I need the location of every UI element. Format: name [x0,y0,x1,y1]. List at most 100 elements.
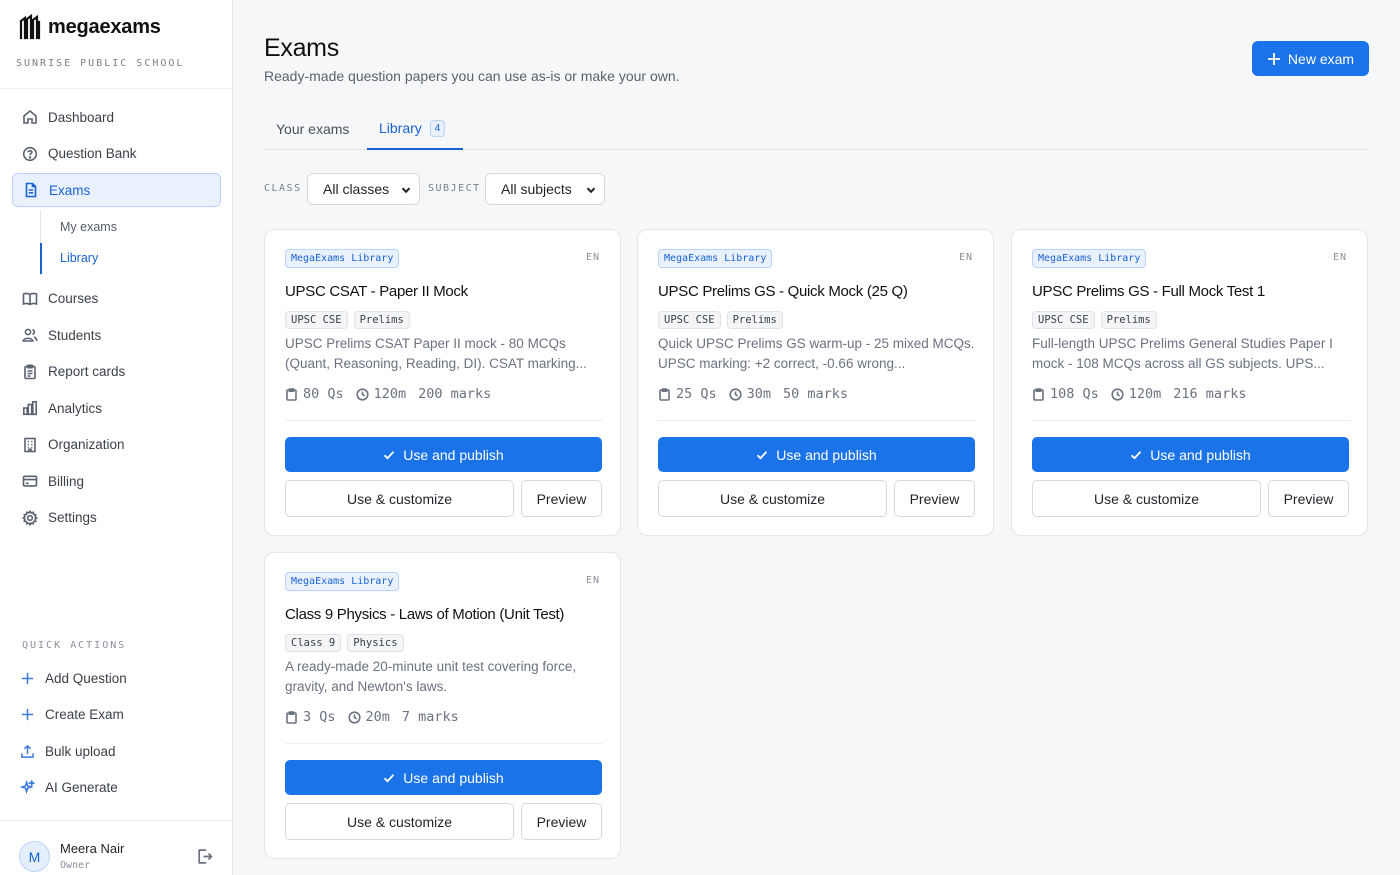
brand[interactable]: megaexams [18,14,161,40]
use-and-publish-button[interactable]: Use and publish [1032,437,1349,472]
language-label: EN [585,252,600,263]
new-exam-button[interactable]: New exam [1252,41,1369,76]
sidebar-item-report-cards[interactable]: Report cards [12,355,221,389]
user-name: Meera Nair [60,841,125,856]
sidebar-item-label: Report cards [48,364,126,379]
use-and-customize-button[interactable]: Use & customize [285,480,514,517]
tag: Prelims [726,311,783,329]
exam-tabs: Your exams Library 4 [264,108,1369,150]
tab-library[interactable]: Library 4 [367,108,463,150]
clipboard-icon [286,710,297,724]
subnav-item-my-exams[interactable]: My exams [41,212,221,243]
bar-chart-icon [22,400,38,416]
school-name: SUNRISE PUBLIC SCHOOL [16,58,185,69]
class-filter-label: CLASS [264,183,302,194]
tag: Prelims [1100,311,1157,329]
class-filter-value: All classes [323,181,390,197]
use-and-customize-button[interactable]: Use & customize [1032,480,1261,517]
quick-action-label: AI Generate [45,780,118,796]
sidebar-item-exams[interactable]: Exams [12,173,221,207]
tab-label: Your exams [276,121,350,137]
quick-action-label: Add Question [45,670,127,686]
quick-action-bulk-upload[interactable]: Bulk upload [20,733,220,770]
subnav-item-library[interactable]: Library [40,242,221,274]
question-circle-icon [22,146,38,161]
language-label: EN [585,575,600,586]
sidebar-item-settings[interactable]: Settings [12,501,221,535]
brand-name: megaexams [48,15,161,38]
quick-action-ai-generate[interactable]: AI Generate [20,770,220,807]
use-and-publish-button[interactable]: Use and publish [658,437,975,472]
tag-list: Class 9 Physics [285,634,404,652]
quick-action-label: Bulk upload [45,743,116,759]
sidebar-item-courses[interactable]: Courses [12,282,221,316]
clipboard-icon [24,363,36,379]
sidebar-item-label: Organization [48,437,125,452]
tag-list: UPSC CSE Prelims [1032,311,1157,329]
sidebar-item-billing[interactable]: Billing [12,464,221,498]
users-icon [22,328,38,342]
button-label: Use and publish [776,446,877,463]
use-and-customize-button[interactable]: Use & customize [285,803,514,840]
tag: Class 9 [285,634,342,652]
question-count: 80 Qs [303,386,344,402]
sidebar-item-analytics[interactable]: Analytics [12,391,221,425]
exam-card: MegaExams Library EN Class 9 Physics - L… [264,552,621,859]
card-divider [285,743,603,744]
sidebar-item-label: Students [48,327,102,343]
quick-action-create-exam[interactable]: Create Exam [20,697,220,734]
sidebar-item-label: Analytics [48,400,103,416]
button-label: Use and publish [403,769,504,786]
preview-button[interactable]: Preview [521,803,602,840]
quick-action-add-question[interactable]: Add Question [20,660,220,697]
document-icon [25,182,37,198]
page-subtitle: Ready-made question papers you can use a… [264,68,680,84]
tag-list: UPSC CSE Prelims [658,311,783,329]
total-marks: 50 marks [783,386,849,402]
exam-card: MegaExams Library EN UPSC Prelims GS - F… [1011,229,1368,536]
total-marks: 7 marks [401,709,459,725]
tag: UPSC CSE [658,311,721,329]
chevron-down-icon [401,187,411,194]
clock-icon [347,710,361,724]
preview-button[interactable]: Preview [1268,480,1349,517]
main-content: Exams Ready-made question papers you can… [233,0,1400,875]
logout-icon[interactable] [196,848,213,865]
avatar[interactable]: M [19,841,50,872]
use-and-publish-button[interactable]: Use and publish [285,437,602,472]
duration: 30m [746,386,772,402]
clock-icon [1111,387,1124,401]
sidebar-item-label: Courses [48,291,99,306]
question-count: 108 Qs [1050,386,1099,402]
tag: Physics [347,634,404,652]
exam-card: MegaExams Library EN UPSC CSAT - Paper I… [264,229,621,536]
tab-count-badge: 4 [429,119,446,137]
preview-button[interactable]: Preview [894,480,975,517]
gear-icon [22,509,38,526]
button-label: Use and publish [1150,446,1251,463]
question-count: 3 Qs [303,709,336,725]
check-icon [384,773,395,782]
subject-filter-value: All subjects [501,181,572,197]
tab-your-exams[interactable]: Your exams [276,108,349,150]
class-filter-select[interactable]: All classes [307,173,420,205]
sidebar-item-dashboard[interactable]: Dashboard [12,100,221,134]
use-and-customize-button[interactable]: Use & customize [658,480,887,517]
sidebar-item-students[interactable]: Students [12,318,221,352]
check-icon [384,450,395,459]
exam-description: Quick UPSC Prelims GS warm-up - 25 mixed… [658,336,975,371]
sidebar-item-question-bank[interactable]: Question Bank [12,137,221,171]
user-profile: M Meera Nair Owner [0,820,232,875]
upload-icon [21,744,34,758]
quick-action-label: Create Exam [45,707,124,723]
sidebar-item-organization[interactable]: Organization [12,428,221,462]
use-and-publish-button[interactable]: Use and publish [285,760,602,795]
subject-filter-select[interactable]: All subjects [485,173,605,205]
plus-icon [21,672,34,684]
card-divider [1032,420,1350,421]
clipboard-icon [1033,387,1044,401]
question-count: 25 Qs [676,386,717,402]
preview-button[interactable]: Preview [521,480,602,517]
home-icon [23,109,37,124]
source-badge: MegaExams Library [285,572,400,591]
